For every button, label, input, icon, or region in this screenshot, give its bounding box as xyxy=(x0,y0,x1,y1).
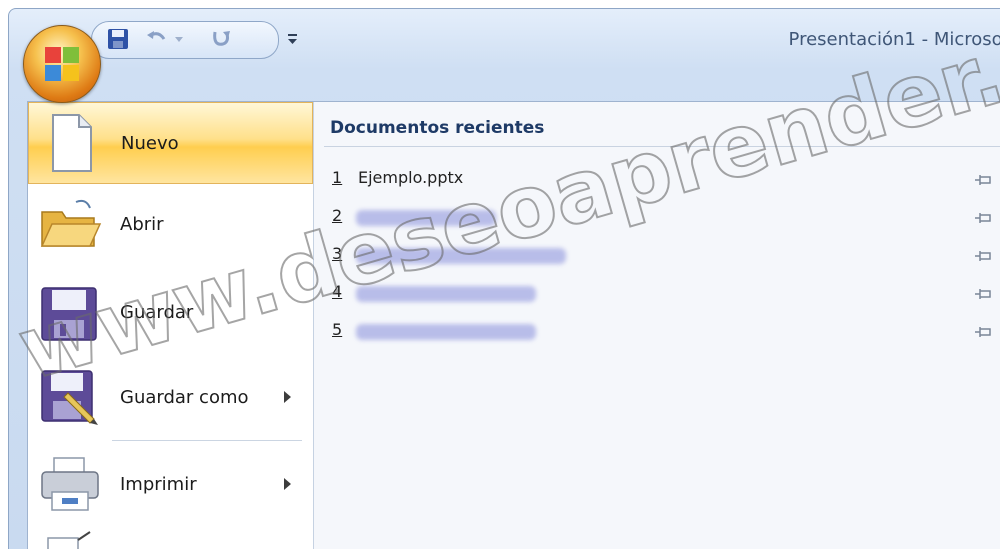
new-document-icon xyxy=(39,111,103,175)
menu-item-imprimir[interactable]: Imprimir xyxy=(28,444,313,526)
title-bar: Presentación1 - Microsof xyxy=(9,9,1000,75)
recent-documents-title: Documentos recientes xyxy=(330,118,545,138)
menu-item-label: Abrir xyxy=(120,214,164,235)
pin-icon[interactable] xyxy=(974,172,992,186)
open-folder-icon xyxy=(38,192,102,256)
document-number: 3 xyxy=(332,244,343,263)
pin-icon[interactable] xyxy=(974,286,992,300)
window-title: Presentación1 - Microsof xyxy=(788,29,1000,50)
document-number: 1 xyxy=(332,168,343,187)
undo-icon[interactable] xyxy=(144,28,170,50)
recent-document[interactable]: 1 Ejemplo.pptx xyxy=(332,166,992,196)
office-logo-icon xyxy=(45,47,79,81)
menu-item-label: Imprimir xyxy=(120,474,197,495)
next-menu-item-icon xyxy=(46,530,94,549)
menu-item-label: Guardar como xyxy=(120,387,249,408)
menu-item-guardar[interactable]: Guardar xyxy=(28,272,313,354)
blurred-document-name xyxy=(356,286,536,302)
office-menu-commands: Nuevo Abrir Guardar Guardar como Imprimi… xyxy=(28,102,314,549)
document-number: 2 xyxy=(332,206,343,225)
menu-separator xyxy=(112,440,302,441)
blurred-document-name xyxy=(356,210,496,226)
recent-documents-panel: Documentos recientes 1 Ejemplo.pptx 2 3 … xyxy=(314,102,1000,549)
document-name: Ejemplo.pptx xyxy=(358,168,464,187)
menu-item-label: Guardar xyxy=(120,302,194,323)
redo-icon[interactable] xyxy=(208,28,234,50)
customize-dropdown-icon[interactable] xyxy=(287,31,299,50)
document-number: 5 xyxy=(332,320,343,339)
divider xyxy=(324,146,1000,147)
document-number: 4 xyxy=(332,282,343,301)
submenu-arrow-icon xyxy=(284,478,291,490)
save-icon[interactable] xyxy=(106,28,130,50)
powerpoint-window: Presentación1 - Microsof Nuevo Abrir Gua… xyxy=(8,8,1000,549)
save-as-icon xyxy=(38,365,102,429)
pin-icon[interactable] xyxy=(974,248,992,262)
blurred-document-name xyxy=(356,248,566,264)
recent-document[interactable]: 3 xyxy=(332,242,992,272)
quick-access-toolbar xyxy=(91,21,279,59)
recent-document[interactable]: 5 xyxy=(332,318,992,348)
recent-document[interactable]: 4 xyxy=(332,280,992,310)
menu-item-abrir[interactable]: Abrir xyxy=(28,184,313,266)
pin-icon[interactable] xyxy=(974,324,992,338)
office-button[interactable] xyxy=(23,25,101,103)
blurred-document-name xyxy=(356,324,536,340)
menu-item-label: Nuevo xyxy=(121,133,179,154)
undo-dropdown-icon[interactable] xyxy=(172,28,186,50)
menu-item-nuevo[interactable]: Nuevo xyxy=(28,102,313,184)
recent-document[interactable]: 2 xyxy=(332,204,992,234)
submenu-arrow-icon xyxy=(284,391,291,403)
menu-item-guardar-como[interactable]: Guardar como xyxy=(28,357,313,439)
pin-icon[interactable] xyxy=(974,210,992,224)
office-menu: Nuevo Abrir Guardar Guardar como Imprimi… xyxy=(27,101,1000,549)
printer-icon xyxy=(38,452,102,516)
save-disk-icon xyxy=(38,280,102,344)
